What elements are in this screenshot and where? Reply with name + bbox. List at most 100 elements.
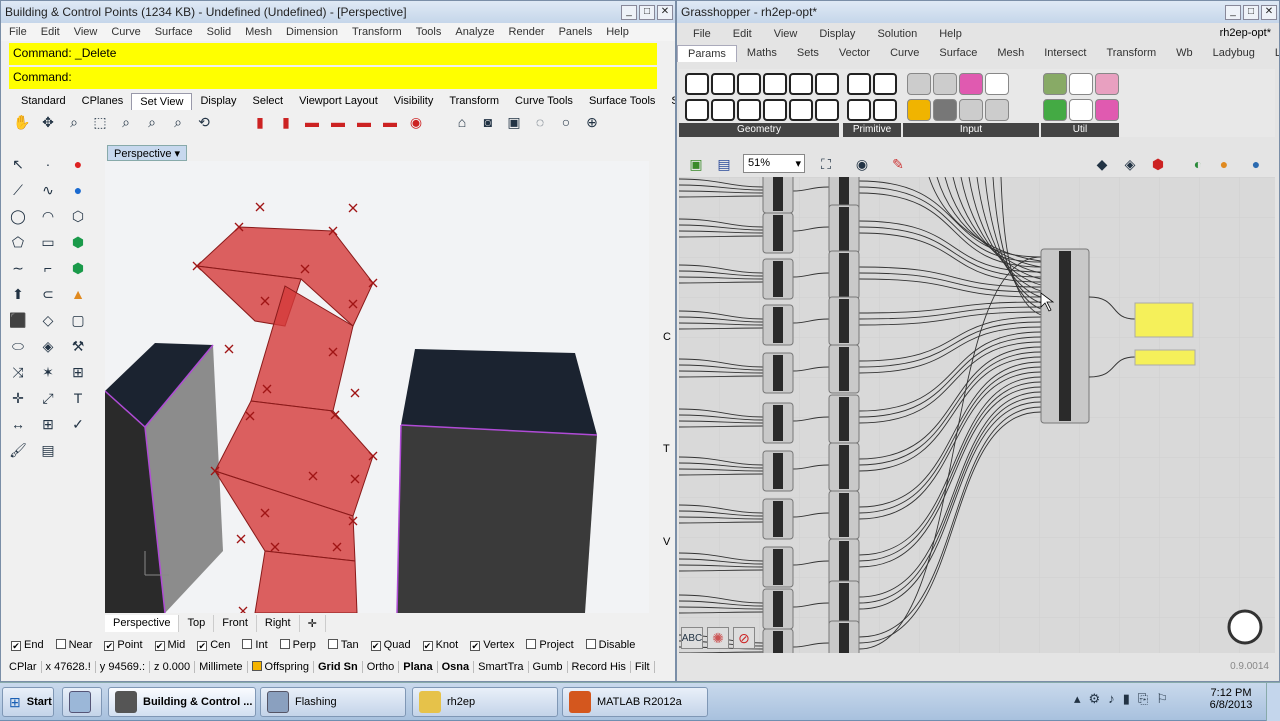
zoom-window-icon[interactable]: ⬚ <box>89 111 111 133</box>
status-toggle-2[interactable]: Plana <box>399 661 438 673</box>
menu-item-dimension[interactable]: Dimension <box>286 26 338 38</box>
save-file-icon[interactable]: ▤ <box>713 153 735 175</box>
gh-component-button-13[interactable] <box>873 73 897 95</box>
paint-icon[interactable]: 🖌 <box>7 439 29 461</box>
menu-item-tools[interactable]: Tools <box>416 26 442 38</box>
gh-tab-intersect[interactable]: Intersect <box>1034 45 1096 62</box>
panel-output-1[interactable] <box>1134 302 1194 338</box>
status-toggle-4[interactable]: SmartTra <box>474 661 529 673</box>
view-tab-right[interactable]: Right <box>257 615 300 632</box>
sun-icon[interactable]: ○ <box>555 111 577 133</box>
pan-icon[interactable]: ✋ <box>11 111 33 133</box>
osnap-near[interactable]: Near <box>55 639 92 651</box>
place-camera-icon[interactable]: ▣ <box>503 111 525 133</box>
gh-component-button-12[interactable] <box>847 73 871 95</box>
grid-icon[interactable]: ⊞ <box>37 413 59 435</box>
mesh-green-icon[interactable]: ⬢ <box>67 231 89 253</box>
status-toggle-6[interactable]: Record His <box>568 661 631 673</box>
gh-tab-vector[interactable]: Vector <box>829 45 880 62</box>
toolbar-tab-display[interactable]: Display <box>192 93 244 110</box>
close-icon[interactable]: ✕ <box>657 4 673 20</box>
compass-icon[interactable]: ⊕ <box>581 111 603 133</box>
taskbar-flashing[interactable]: Flashing <box>260 687 406 717</box>
gh-component-button-27[interactable] <box>1043 99 1067 121</box>
show-desktop-button[interactable] <box>1266 683 1280 721</box>
calculator-pin[interactable] <box>62 687 102 717</box>
osnap-project[interactable]: Project <box>526 639 574 651</box>
usb-icon[interactable]: ⎘ <box>1138 691 1148 707</box>
gh-component-button-14[interactable] <box>847 99 871 121</box>
maximize-icon[interactable]: □ <box>639 4 655 20</box>
transform-icon[interactable]: ⤨ <box>7 361 29 383</box>
camera-1-icon[interactable]: ▮ <box>249 111 271 133</box>
layer-indicator[interactable]: Offspring <box>248 661 314 673</box>
gh-tab-params[interactable]: Params <box>677 45 737 62</box>
set-target-icon[interactable]: ◌ <box>529 111 551 133</box>
layer-icon[interactable]: ▤ <box>37 439 59 461</box>
offset-icon[interactable]: ⊂ <box>37 283 59 305</box>
gear-icon[interactable]: ✺ <box>707 627 729 649</box>
undo-view-icon[interactable]: ⟲ <box>193 111 215 133</box>
toolbar-tab-transform[interactable]: Transform <box>441 93 507 110</box>
abc-icon[interactable]: ABC <box>681 627 703 649</box>
toolbar-tab-curve-tools[interactable]: Curve Tools <box>507 93 581 110</box>
gh-canvas[interactable]: ABC ✺ ⊘ <box>679 177 1275 653</box>
polyline-icon[interactable]: ⟋ <box>7 179 29 201</box>
sketch-icon[interactable]: ✎ <box>887 153 909 175</box>
sphere-icon[interactable]: ● <box>67 153 89 175</box>
named-view-icon[interactable]: ⌂ <box>451 111 473 133</box>
frame-icon[interactable]: ▢ <box>67 309 89 331</box>
gh-group-util[interactable]: Util <box>1041 123 1119 137</box>
gh-component-button-28[interactable] <box>1069 99 1093 121</box>
menu-item-analyze[interactable]: Analyze <box>455 26 494 38</box>
gh-menu-display[interactable]: Display <box>819 28 855 40</box>
move-icon[interactable]: ✛ <box>7 387 29 409</box>
gh-component-button-25[interactable] <box>1069 73 1093 95</box>
snapshot-icon[interactable]: ◙ <box>477 111 499 133</box>
gh-component-button-10[interactable] <box>789 99 813 121</box>
taskbar-matlab[interactable]: MATLAB R2012a <box>562 687 708 717</box>
close-icon[interactable]: ✕ <box>1261 4 1277 20</box>
gh-tab-transform[interactable]: Transform <box>1096 45 1166 62</box>
status-toggle-0[interactable]: Grid Sn <box>314 661 363 673</box>
view-tab-front[interactable]: Front <box>214 615 257 632</box>
point-icon[interactable]: · <box>37 153 59 175</box>
gh-group-geometry[interactable]: Geometry <box>679 123 839 137</box>
minimize-icon[interactable]: _ <box>621 4 637 20</box>
gh-tab-lun[interactable]: Lun <box>1265 45 1279 62</box>
view-tab-top[interactable]: Top <box>179 615 215 632</box>
arc-icon[interactable]: ◠ <box>37 205 59 227</box>
panel-output-2[interactable] <box>1134 349 1196 366</box>
no-entry-icon[interactable]: ⊘ <box>733 627 755 649</box>
array-icon[interactable]: ⊞ <box>67 361 89 383</box>
rotate-icon[interactable]: ✥ <box>37 111 59 133</box>
osnap-cen[interactable]: ✔ Cen <box>197 639 230 651</box>
taskbar-rhino[interactable]: Building & Control ... <box>108 687 256 717</box>
viewport-title-tab[interactable]: Perspective ▾ <box>107 145 188 161</box>
osnap-mid[interactable]: ✔ Mid <box>154 639 185 651</box>
gh-component-button-6[interactable] <box>685 99 709 121</box>
twisted-building[interactable] <box>195 226 374 613</box>
osnap-tan[interactable]: Tan <box>327 639 359 651</box>
car-1-icon[interactable]: ▬ <box>301 111 323 133</box>
zoom-extents-all-icon[interactable]: ⌕ <box>167 111 189 133</box>
tray-expand-icon[interactable]: ▴ <box>1074 691 1081 707</box>
star-icon[interactable]: ✶ <box>37 361 59 383</box>
osnap-quad[interactable]: ✔ Quad <box>370 639 411 651</box>
menu-item-surface[interactable]: Surface <box>155 26 193 38</box>
osnap-int[interactable]: Int <box>242 639 268 651</box>
osnap-vertex[interactable]: ✔ Vertex <box>470 639 514 651</box>
cone-icon[interactable]: ▲ <box>67 283 89 305</box>
wireframe-icon[interactable]: ◈ <box>1119 153 1141 175</box>
gh-component-button-2[interactable] <box>737 73 761 95</box>
toolbar-tab-visibility[interactable]: Visibility <box>386 93 442 110</box>
toolbar-tab-s[interactable]: S <box>663 93 675 110</box>
toolbar-tab-surface-tools[interactable]: Surface Tools <box>581 93 663 110</box>
gh-component-button-1[interactable] <box>711 73 735 95</box>
gh-menu-edit[interactable]: Edit <box>733 28 752 40</box>
gh-menu-help[interactable]: Help <box>939 28 962 40</box>
shaded-icon[interactable]: ⬢ <box>1147 153 1169 175</box>
selected-only-icon[interactable]: ◐ <box>1187 153 1209 175</box>
box-hex-icon[interactable]: ⬡ <box>67 205 89 227</box>
menu-item-edit[interactable]: Edit <box>41 26 60 38</box>
